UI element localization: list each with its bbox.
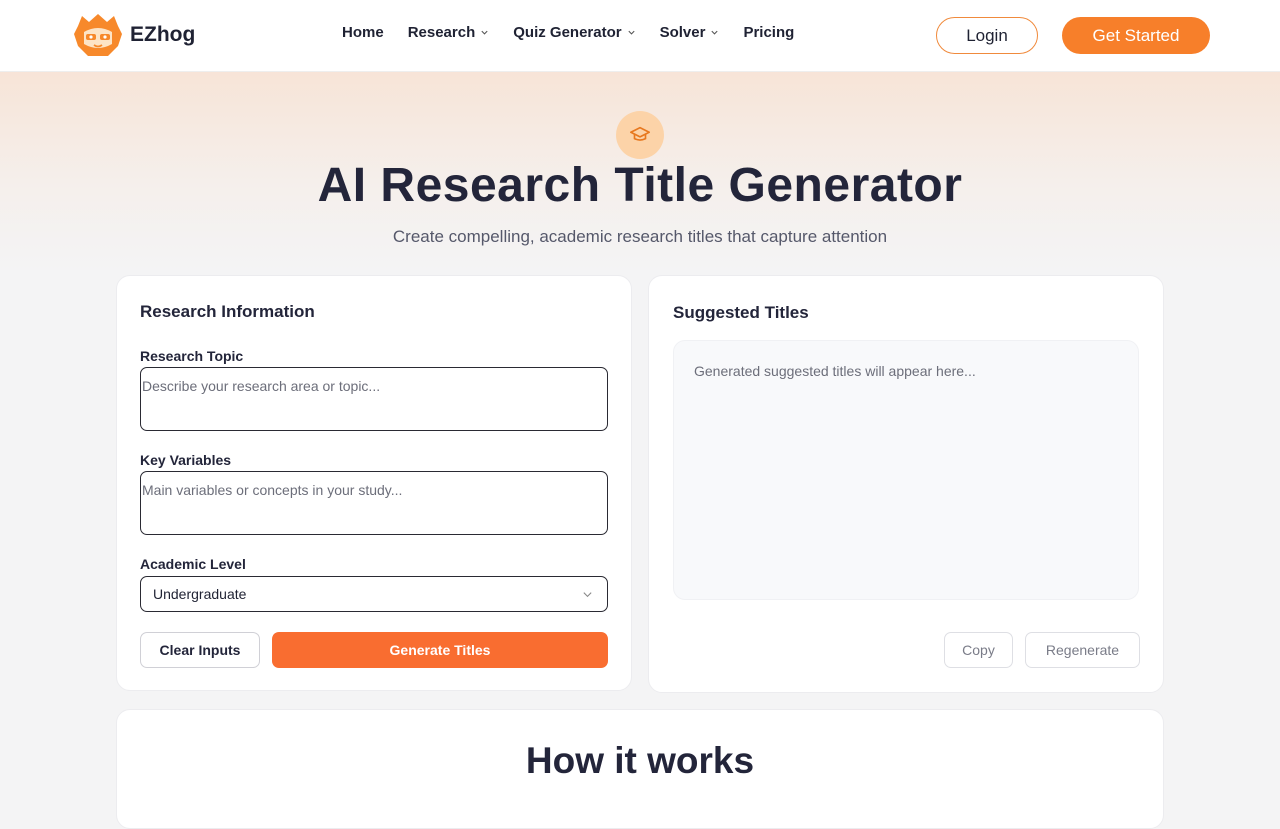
nav-research-label: Research — [407, 24, 476, 41]
nav-solver-label: Solver — [659, 24, 706, 41]
main-nav: Home Research Quiz Generator Solver Pric… — [342, 24, 794, 41]
key-variables-label: Key Variables — [140, 452, 232, 468]
hero-icon-badge — [616, 111, 664, 159]
suggested-titles-card: Suggested Titles Generated suggested tit… — [648, 275, 1164, 693]
academic-level-value: Undergraduate — [153, 586, 247, 602]
form-title: Research Information — [140, 302, 315, 321]
research-information-card: Research Information Research Topic Desc… — [116, 275, 632, 691]
page-subtitle: Create compelling, academic research tit… — [392, 227, 888, 246]
research-topic-label: Research Topic — [140, 348, 244, 364]
nav-quiz-generator-label: Quiz Generator — [513, 24, 622, 41]
chevron-down-icon — [628, 30, 635, 35]
key-variables-input[interactable]: Main variables or concepts in your study… — [140, 471, 608, 535]
research-topic-input[interactable]: Describe your research area or topic... — [140, 367, 608, 431]
nav-home[interactable]: Home — [342, 24, 384, 41]
output-title: Suggested Titles — [673, 303, 809, 322]
hedgehog-logo-icon — [74, 14, 122, 56]
how-it-works-title: How it works — [525, 740, 755, 781]
output-placeholder: Generated suggested titles will appear h… — [694, 363, 976, 379]
nav-home-label: Home — [342, 24, 384, 41]
nav-solver[interactable]: Solver — [660, 24, 720, 41]
nav-research[interactable]: Research — [408, 24, 490, 41]
login-button[interactable]: Login — [936, 17, 1038, 54]
how-it-works-section: How it works — [116, 709, 1164, 829]
suggested-titles-output[interactable]: Generated suggested titles will appear h… — [673, 340, 1139, 600]
chevron-down-icon — [583, 592, 592, 598]
academic-level-label: Academic Level — [140, 556, 246, 572]
generate-titles-button[interactable]: Generate Titles — [272, 632, 608, 668]
regenerate-button[interactable]: Regenerate — [1025, 632, 1140, 668]
academic-level-select[interactable]: Undergraduate — [140, 576, 608, 612]
nav-pricing-label: Pricing — [743, 24, 795, 41]
brand-name: EZhog — [130, 23, 196, 46]
graduation-cap-icon — [630, 126, 650, 141]
chevron-down-icon — [711, 30, 719, 35]
copy-button[interactable]: Copy — [944, 632, 1013, 668]
nav-quiz-generator[interactable]: Quiz Generator — [513, 24, 635, 41]
nav-pricing[interactable]: Pricing — [743, 24, 794, 41]
site-header: EZhog Home Research Quiz Generator Solve… — [0, 0, 1280, 72]
page-title: AI Research Title Generator — [317, 159, 963, 212]
clear-inputs-button[interactable]: Clear Inputs — [140, 632, 260, 668]
chevron-down-icon — [481, 30, 488, 35]
get-started-button[interactable]: Get Started — [1062, 17, 1210, 54]
brand-logo[interactable]: EZhog — [72, 12, 195, 58]
